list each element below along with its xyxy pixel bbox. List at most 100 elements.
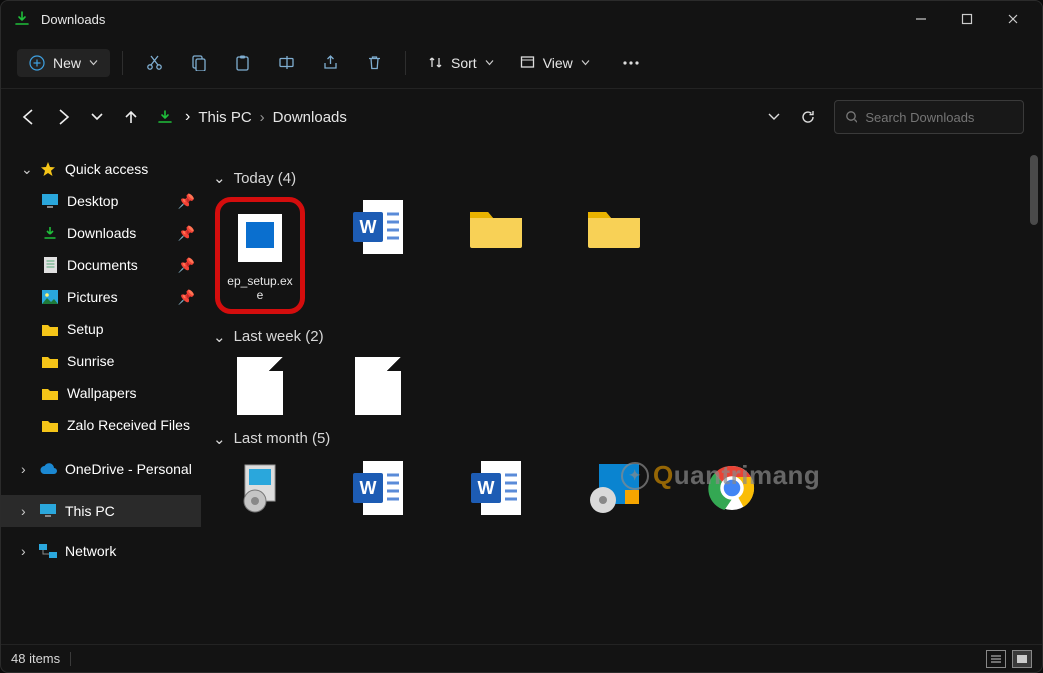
file-item-highlighted[interactable]: ep_setup.exe (215, 197, 305, 314)
address-bar[interactable]: › This PC › Downloads (153, 100, 822, 134)
new-button-label: New (53, 55, 81, 71)
folder-icon (41, 416, 59, 434)
file-item[interactable]: W (451, 458, 541, 518)
pin-icon: 📌 (178, 289, 195, 306)
sidebar-item-wallpapers[interactable]: Wallpapers (1, 377, 201, 409)
back-button[interactable] (19, 107, 39, 127)
search-box[interactable] (834, 100, 1024, 134)
group-header-lastmonth[interactable]: ⌄ Last month (5) (213, 430, 1022, 448)
word-doc-icon: W (348, 458, 408, 518)
new-button[interactable]: New (17, 49, 110, 77)
file-label: ep_setup.exe (226, 274, 294, 303)
file-item[interactable] (215, 458, 305, 518)
sidebar-quick-access[interactable]: ⌄ Quick access (1, 153, 201, 185)
cloud-icon (39, 460, 57, 478)
file-item[interactable] (215, 356, 305, 416)
cut-button[interactable] (135, 45, 173, 81)
plus-circle-icon (29, 55, 45, 71)
scrollbar[interactable] (1030, 155, 1038, 225)
sort-button[interactable]: Sort (418, 51, 504, 75)
sidebar-item-downloads[interactable]: Downloads 📌 (1, 217, 201, 249)
sort-icon (428, 55, 443, 70)
group-header-label: Last month (5) (234, 430, 331, 447)
star-icon (39, 160, 57, 178)
chevron-down-icon: ⌄ (213, 169, 226, 187)
content: ⌄ Quick access Desktop 📌 Downloads 📌 Doc… (1, 145, 1042, 644)
main-panel: ⌄ Today (4) ep_setup.exe W (201, 145, 1042, 644)
file-item[interactable]: W (333, 197, 423, 314)
file-item[interactable]: W (333, 458, 423, 518)
monitor-icon (39, 502, 57, 520)
toolbar: New Sort View (1, 37, 1042, 89)
more-button[interactable] (612, 45, 650, 81)
file-item[interactable] (333, 356, 423, 416)
main-scroll[interactable]: ⌄ Today (4) ep_setup.exe W (201, 145, 1042, 644)
paste-button[interactable] (223, 45, 261, 81)
delete-button[interactable] (355, 45, 393, 81)
chevron-right-icon: › (21, 461, 31, 477)
group-header-label: Last week (2) (234, 328, 324, 345)
sidebar-item-desktop[interactable]: Desktop 📌 (1, 185, 201, 217)
forward-button[interactable] (53, 107, 73, 127)
file-item[interactable] (451, 197, 541, 314)
blank-file-icon (230, 356, 290, 416)
copy-button[interactable] (179, 45, 217, 81)
word-doc-icon: W (348, 197, 408, 257)
document-icon (41, 256, 59, 274)
breadcrumb-part[interactable]: Downloads (273, 109, 347, 126)
blank-file-icon (348, 356, 408, 416)
folder-icon (41, 352, 59, 370)
sidebar-onedrive[interactable]: › OneDrive - Personal (1, 453, 201, 485)
sidebar-item-sunrise[interactable]: Sunrise (1, 345, 201, 377)
maximize-button[interactable] (944, 4, 990, 34)
group-header-today[interactable]: ⌄ Today (4) (213, 169, 1022, 187)
share-button[interactable] (311, 45, 349, 81)
chevron-down-icon: ⌄ (213, 328, 226, 346)
picture-icon (41, 288, 59, 306)
sidebar-item-setup[interactable]: Setup (1, 313, 201, 345)
svg-text:W: W (360, 478, 377, 498)
nav-arrows (19, 107, 141, 127)
rename-button[interactable] (267, 45, 305, 81)
sidebar-item-zalo[interactable]: Zalo Received Files (1, 409, 201, 441)
sidebar-item-label: Sunrise (67, 353, 114, 369)
chevron-down-icon (581, 58, 590, 67)
sidebar-item-pictures[interactable]: Pictures 📌 (1, 281, 201, 313)
close-button[interactable] (990, 4, 1036, 34)
items-row: ep_setup.exe W (211, 197, 1022, 314)
search-icon (845, 110, 857, 124)
search-input[interactable] (865, 110, 1013, 125)
pin-icon: 📌 (178, 193, 195, 210)
minimize-button[interactable] (898, 4, 944, 34)
view-button[interactable]: View (510, 51, 600, 75)
view-toggles (986, 650, 1032, 668)
navbar: › This PC › Downloads (1, 89, 1042, 145)
installer-icon (230, 208, 290, 268)
group-header-label: Today (4) (234, 170, 297, 187)
sidebar-network[interactable]: › Network (1, 535, 201, 567)
breadcrumb-part[interactable]: This PC (198, 109, 251, 126)
installer-box-icon (230, 458, 290, 518)
sidebar-item-label: Desktop (67, 193, 118, 209)
up-button[interactable] (121, 107, 141, 127)
sidebar-item-documents[interactable]: Documents 📌 (1, 249, 201, 281)
status-separator (70, 652, 71, 666)
details-view-button[interactable] (986, 650, 1006, 668)
recent-button[interactable] (87, 107, 107, 127)
items-row (211, 356, 1022, 416)
file-item[interactable] (569, 197, 659, 314)
group-header-lastweek[interactable]: ⌄ Last week (2) (213, 328, 1022, 346)
window: Downloads New Sort View (0, 0, 1043, 673)
window-title: Downloads (41, 12, 898, 27)
svg-text:W: W (478, 478, 495, 498)
sidebar-this-pc[interactable]: › This PC (1, 495, 201, 527)
refresh-button[interactable] (800, 109, 816, 125)
view-label: View (543, 55, 573, 71)
sidebar-item-label: Setup (67, 321, 104, 337)
address-history-button[interactable] (768, 112, 780, 122)
sidebar: ⌄ Quick access Desktop 📌 Downloads 📌 Doc… (1, 145, 201, 644)
word-doc-icon: W (466, 458, 526, 518)
icons-view-button[interactable] (1012, 650, 1032, 668)
sidebar-item-label: OneDrive - Personal (65, 461, 192, 477)
folder-icon (584, 197, 644, 257)
